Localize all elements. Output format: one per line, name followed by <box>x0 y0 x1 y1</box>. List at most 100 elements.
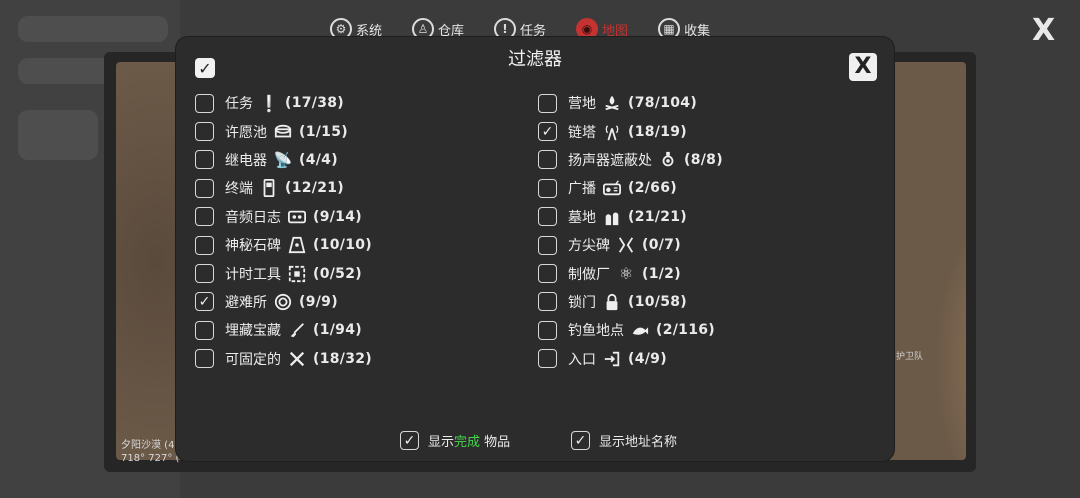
filter-count: (9/9) <box>299 293 338 310</box>
show-completed-highlight: 完成 <box>454 435 481 450</box>
filter-count: (10/10) <box>313 237 372 254</box>
close-menu-button[interactable]: X <box>1032 16 1055 46</box>
filter-label: 音频日志 <box>225 209 281 226</box>
filter-checkbox[interactable] <box>538 207 557 227</box>
filter-label: 继电器 <box>225 152 267 169</box>
filter-label: 锁门 <box>568 294 596 311</box>
filter-checkbox[interactable] <box>195 349 214 369</box>
filter-checkbox[interactable] <box>538 292 557 312</box>
filter-checkbox[interactable] <box>195 207 214 227</box>
filter-row[interactable]: ✓ 链塔 (18/19) <box>538 117 723 145</box>
show-names-option[interactable]: ✓ 显示地址名称 <box>571 431 677 450</box>
show-completed-checkbox[interactable]: ✓ <box>400 431 419 450</box>
filter-row[interactable]: 墓地 (21/21) <box>538 203 723 231</box>
filter-count: (17/38) <box>285 95 344 112</box>
filter-checkbox[interactable] <box>195 150 214 170</box>
filter-label: 广播 <box>568 181 596 198</box>
show-completed-label: 显示完成 物品 <box>428 431 510 450</box>
show-completed-suffix: 物品 <box>480 435 511 450</box>
filter-checkbox[interactable] <box>538 235 557 255</box>
filter-row[interactable]: ✓ 避难所 (9/9) <box>195 288 372 316</box>
filter-count: (18/19) <box>628 123 687 140</box>
filter-count: (78/104) <box>628 95 698 112</box>
filter-count: (4/9) <box>628 350 667 367</box>
filter-row[interactable]: 神秘石碑 (10/10) <box>195 231 372 259</box>
show-names-checkbox[interactable]: ✓ <box>571 431 590 450</box>
filter-checkbox[interactable] <box>195 264 214 284</box>
filter-row[interactable]: 音频日志 (9/14) <box>195 203 372 231</box>
atom-icon: ⚛ <box>618 264 634 284</box>
filter-checkbox[interactable] <box>538 320 557 340</box>
filter-row[interactable]: 扬声器遮蔽处 (8/8) <box>538 146 723 174</box>
filter-label: 可固定的 <box>225 351 281 368</box>
filter-row[interactable]: 锁门 (10/58) <box>538 288 723 316</box>
filter-row[interactable]: 埋藏宝藏 (1/94) <box>195 316 372 344</box>
filter-row[interactable]: 任务 ❕ (17/38) <box>195 89 372 117</box>
filter-checkbox[interactable] <box>195 122 214 142</box>
filter-row[interactable]: 可固定的 (18/32) <box>195 345 372 373</box>
filter-row[interactable]: 许愿池 (1/15) <box>195 117 372 145</box>
filter-checkbox[interactable] <box>538 264 557 284</box>
crossed-tools-icon <box>287 349 307 369</box>
filter-label: 扬声器遮蔽处 <box>568 152 652 169</box>
filter-checkbox[interactable] <box>538 178 557 198</box>
filter-column-right: 营地 (78/104) ✓ 链塔 (18/19) 扬声器遮蔽处 (8/8) 广播 (2/66) 墓… <box>538 89 723 373</box>
filter-count: (0/52) <box>313 265 362 282</box>
filter-row[interactable]: 入口 (4/9) <box>538 345 723 373</box>
shovel-icon <box>287 320 307 340</box>
background-blob <box>18 110 98 160</box>
show-completed-option[interactable]: ✓ 显示完成 物品 <box>400 431 510 450</box>
filter-count: (12/21) <box>285 180 344 197</box>
filter-row[interactable]: 钓鱼地点 (2/116) <box>538 316 723 344</box>
radio-icon <box>602 178 622 198</box>
filter-row[interactable]: 计时工具 (0/52) <box>195 259 372 287</box>
nav-tab-label: 地图 <box>602 23 629 39</box>
filter-checkbox[interactable] <box>195 178 214 198</box>
satellite-dish-icon: 📡 <box>273 150 293 169</box>
filter-row[interactable]: 终端 (12/21) <box>195 174 372 202</box>
lock-icon <box>602 292 622 312</box>
filter-label: 许愿池 <box>225 124 267 141</box>
filter-count: (0/7) <box>642 237 681 254</box>
filter-count: (1/94) <box>313 322 362 339</box>
filter-count: (2/66) <box>628 180 677 197</box>
filter-checkbox[interactable] <box>538 150 557 170</box>
filter-row[interactable]: 广播 (2/66) <box>538 174 723 202</box>
filter-count: (8/8) <box>684 151 723 168</box>
exclamation-icon: ❕ <box>259 93 279 113</box>
filter-checkbox[interactable]: ✓ <box>195 292 214 312</box>
radio-tower-icon <box>602 122 622 142</box>
filter-row[interactable]: 营地 (78/104) <box>538 89 723 117</box>
filter-count: (1/15) <box>299 123 348 140</box>
filter-checkbox[interactable] <box>538 93 557 113</box>
map-poi-label: 护卫队 <box>896 352 924 362</box>
filter-label: 墓地 <box>568 209 596 226</box>
speaker-shelter-icon <box>658 150 678 170</box>
filter-checkbox[interactable] <box>195 93 214 113</box>
filter-checkbox[interactable] <box>195 235 214 255</box>
select-all-checkbox[interactable]: ✓ <box>195 58 215 78</box>
filter-row[interactable]: 制做厂 ⚛ (1/2) <box>538 259 723 287</box>
filter-label: 神秘石碑 <box>225 238 281 255</box>
filter-checkbox[interactable] <box>538 349 557 369</box>
filter-row[interactable]: 方尖碑 (0/7) <box>538 231 723 259</box>
dialog-close-button[interactable]: X <box>849 53 877 81</box>
timer-tool-icon <box>287 264 307 284</box>
filter-row[interactable]: 继电器 📡 (4/4) <box>195 146 372 174</box>
stone-tablet-icon <box>287 235 307 255</box>
filter-label: 避难所 <box>225 294 267 311</box>
entrance-icon <box>602 349 622 369</box>
shelter-icon <box>273 292 293 312</box>
filter-count: (18/32) <box>313 350 372 367</box>
filter-count: (1/2) <box>642 265 681 282</box>
dialog-title: 过滤器 <box>508 49 562 70</box>
filter-label: 任务 <box>225 96 253 113</box>
nav-tab-label: 仓库 <box>438 23 465 39</box>
terminal-icon <box>259 178 279 198</box>
filter-dialog: 过滤器 X ✓ 任务 ❕ (17/38) 许愿池 (1/15) 继电器 📡 (4/4) 终端 (1… <box>176 37 894 461</box>
fish-icon <box>630 320 650 340</box>
obelisk-icon <box>616 235 636 255</box>
filter-checkbox[interactable] <box>195 320 214 340</box>
filter-checkbox[interactable]: ✓ <box>538 122 557 142</box>
filter-label: 钓鱼地点 <box>568 323 624 340</box>
